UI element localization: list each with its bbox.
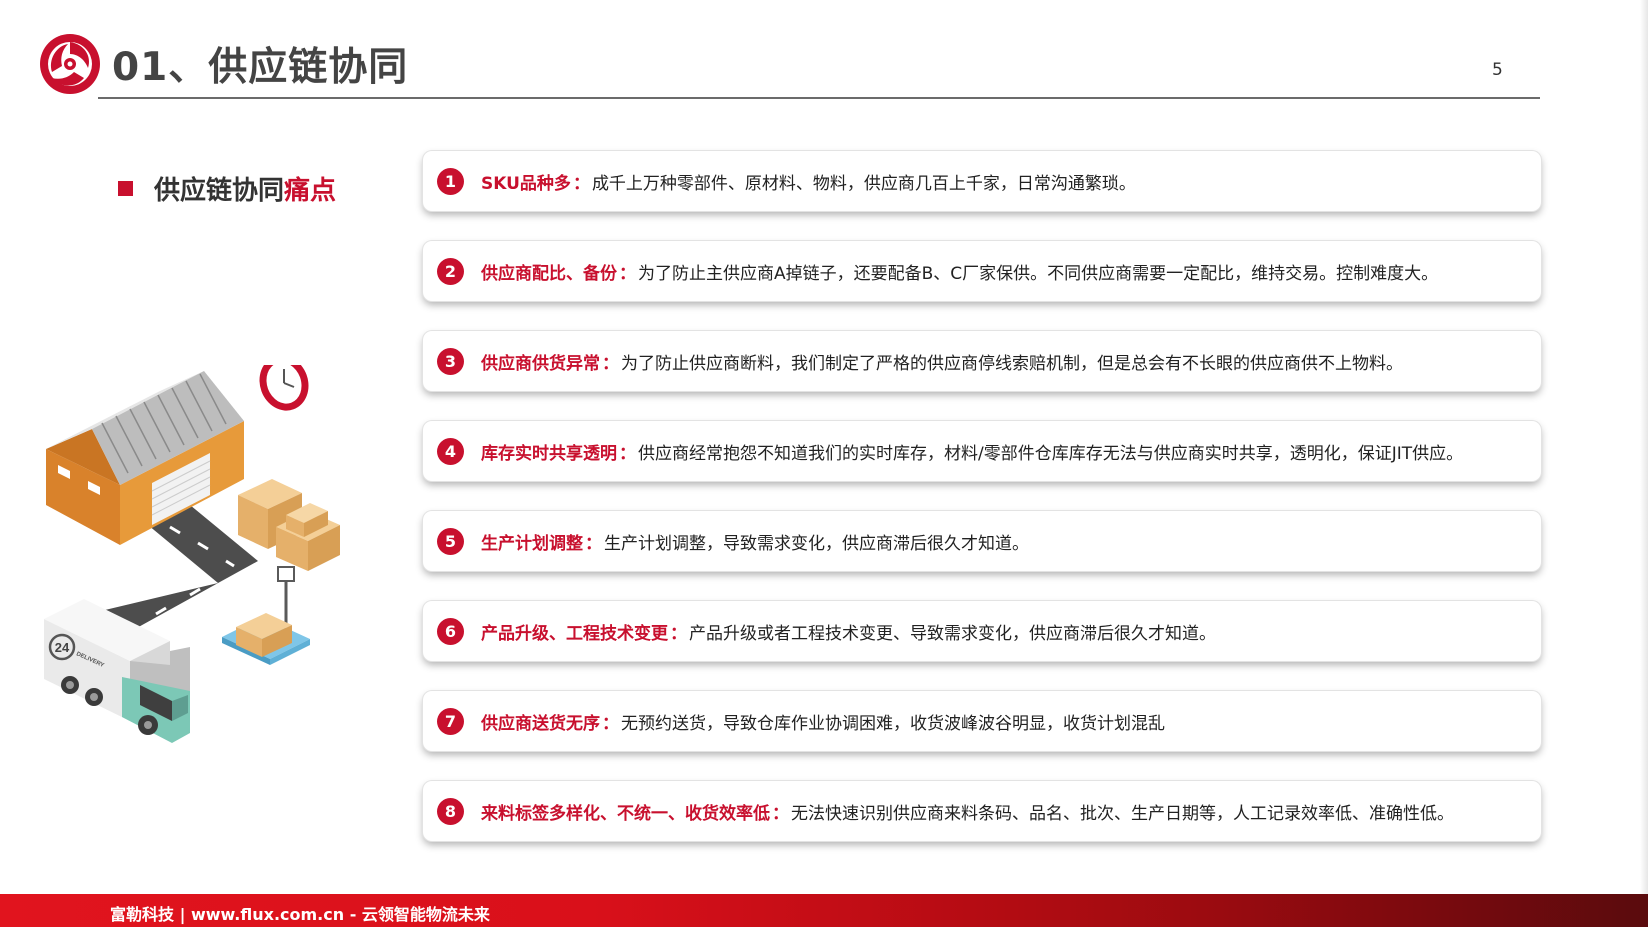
footer-bar: 富勒科技 | www.flux.com.cn - 云领智能物流未来 — [0, 894, 1648, 927]
pain-point-item: 5 生产计划调整 ： 生产计划调整，导致需求变化，供应商滞后很久才知道。 — [423, 511, 1541, 571]
pain-point-separator: ： — [602, 713, 619, 734]
square-bullet-icon — [118, 181, 133, 196]
pain-point-label: 供应商配比、备份 — [481, 263, 617, 284]
pain-point-label: 产品升级、工程技术变更 — [481, 623, 668, 644]
number-badge: 4 — [437, 437, 464, 465]
pain-point-item: 2 供应商配比、备份 ： 为了防止主供应商A掉链子，还要配备B、C厂家保供。不同… — [423, 241, 1541, 301]
pain-point-label: 库存实时共享透明 — [481, 443, 617, 464]
number-badge: 3 — [437, 347, 464, 375]
number-badge: 2 — [437, 257, 464, 285]
pain-point-label: 生产计划调整 — [481, 533, 583, 554]
pain-point-separator: ： — [572, 173, 590, 194]
pain-point-text: 供应商经常抱怨不知道我们的实时库存，材料/零部件仓库库存无法与供应商实时共享，透… — [638, 443, 1464, 464]
pain-point-item: 3 供应商供货异常 ： 为了防止供应商断料，我们制定了严格的供应商停线索赔机制，… — [423, 331, 1541, 391]
right-edge-shade — [1640, 0, 1648, 894]
pain-point-text: 为了防止主供应商A掉链子，还要配备B、C厂家保供。不同供应商需要一定配比，维持交… — [638, 263, 1439, 284]
number-badge: 8 — [437, 797, 464, 825]
pain-point-item: 8 来料标签多样化、不统一、收货效率低 ： 无法快速识别供应商来料条码、品名、批… — [423, 781, 1541, 841]
delivery-truck-icon: 24 DELIVERY — [44, 599, 190, 743]
pain-point-text: 产品升级或者工程技术变更、导致需求变化，供应商滞后很久才知道。 — [689, 623, 1216, 644]
number-badge: 5 — [437, 527, 464, 555]
pain-point-item: 1 SKU品种多 ： 成千上万种零部件、原材料、物料，供应商几百上千家，日常沟通… — [423, 151, 1541, 211]
pain-point-text: 无法快速识别供应商来料条码、品名、批次、生产日期等，人工记录效率低、准确性低。 — [791, 803, 1454, 824]
footer-tagline: 富勒科技 | www.flux.com.cn - 云领智能物流未来 — [110, 905, 490, 924]
pain-point-separator: ： — [602, 353, 619, 374]
pain-point-separator: ： — [619, 263, 636, 284]
pain-point-item: 7 供应商送货无序 ： 无预约送货，导致仓库作业协调困难，收货波峰波谷明显，收货… — [423, 691, 1541, 751]
title-divider — [98, 97, 1540, 99]
pain-point-label: 供应商供货异常 — [481, 353, 600, 374]
pain-point-item: 6 产品升级、工程技术变更 ： 产品升级或者工程技术变更、导致需求变化，供应商滞… — [423, 601, 1541, 661]
number-badge: 1 — [437, 167, 464, 195]
company-logo-icon — [40, 34, 100, 94]
pain-point-separator: ： — [670, 623, 687, 644]
warehouse-icon — [46, 371, 244, 545]
pain-point-text: 无预约送货，导致仓库作业协调困难，收货波峰波谷明显，收货计划混乱 — [621, 713, 1165, 734]
pain-point-text: 为了防止供应商断料，我们制定了严格的供应商停线索赔机制，但是总会有不长眼的供应商… — [621, 353, 1403, 374]
pain-point-text: 生产计划调整，导致需求变化，供应商滞后很久才知道。 — [604, 533, 1029, 554]
pain-point-text: 成千上万种零部件、原材料、物料，供应商几百上千家，日常沟通繁琐。 — [591, 173, 1136, 194]
pain-point-separator: ： — [772, 803, 789, 824]
slide: 01、供应链协同 5 供应链协同 痛点 24 DELIVERY 1 SKU品种多… — [0, 0, 1648, 927]
number-badge: 6 — [437, 617, 464, 645]
pain-point-separator: ： — [585, 533, 602, 554]
clock-icon — [259, 365, 309, 411]
pain-point-label: SKU品种多 — [481, 173, 571, 194]
pain-point-item: 4 库存实时共享透明 ： 供应商经常抱怨不知道我们的实时库存，材料/零部件仓库库… — [423, 421, 1541, 481]
pain-point-label: 来料标签多样化、不统一、收货效率低 — [481, 803, 770, 824]
section-heading: 供应链协同 痛点 — [118, 170, 336, 207]
truck-badge-number: 24 — [55, 640, 70, 655]
number-badge: 7 — [437, 707, 464, 735]
warehouse-logistics-illustration: 24 DELIVERY — [44, 365, 340, 743]
scale-icon — [222, 566, 310, 665]
pain-point-label: 供应商送货无序 — [481, 713, 600, 734]
section-title-plain: 供应链协同 — [154, 176, 285, 206]
pain-point-separator: ： — [619, 443, 636, 464]
section-title-accent: 痛点 — [284, 176, 337, 206]
page-title: 01、供应链协同 — [112, 45, 409, 90]
page-number: 5 — [1492, 60, 1503, 80]
